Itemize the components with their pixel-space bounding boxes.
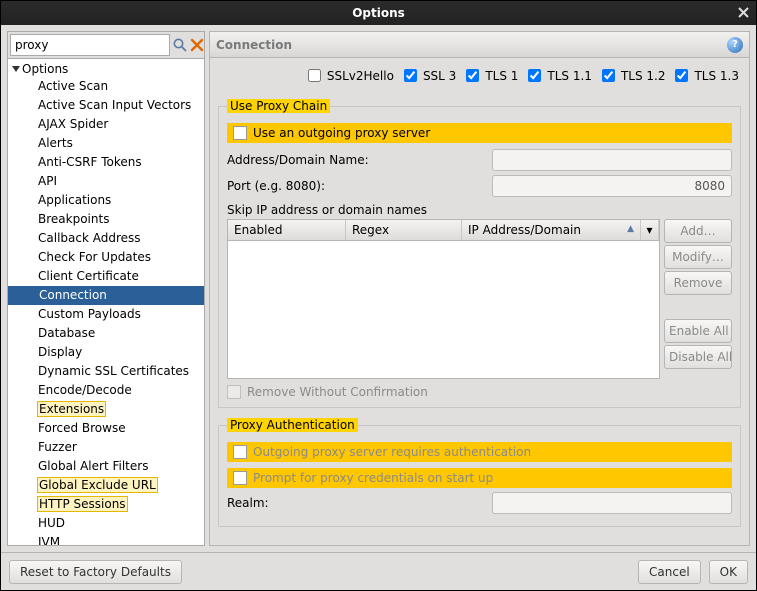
- clear-icon: [190, 38, 204, 52]
- use-outgoing-proxy-row[interactable]: Use an outgoing proxy server: [227, 123, 732, 143]
- titlebar: Options: [1, 1, 756, 25]
- enable-all-button[interactable]: Enable All: [664, 319, 732, 343]
- panel-title-bar: Connection ?: [210, 32, 749, 58]
- table-header: Enabled Regex IP Address/Domain▲ ▾: [228, 220, 659, 241]
- chevron-down-icon: [12, 66, 20, 72]
- tree-item[interactable]: Global Alert Filters: [8, 457, 204, 476]
- remove-without-confirmation-checkbox[interactable]: [227, 385, 241, 399]
- tls11-checkbox[interactable]: TLS 1.1: [524, 66, 592, 85]
- tree-item[interactable]: JVM: [8, 533, 204, 545]
- tree-item[interactable]: Connection: [8, 286, 204, 305]
- help-button[interactable]: ?: [727, 37, 743, 53]
- table-body: [228, 241, 659, 378]
- panel-body: SSLv2Hello SSL 3 TLS 1 TLS 1.1 TLS 1.2 T…: [210, 58, 749, 545]
- requires-auth-checkbox[interactable]: [233, 445, 247, 459]
- realm-input[interactable]: [492, 492, 732, 514]
- options-tree[interactable]: Options Active ScanActive Scan Input Vec…: [8, 58, 204, 545]
- titlebar-title: Options: [352, 6, 405, 20]
- close-icon: [738, 7, 749, 18]
- disable-all-button[interactable]: Disable All: [664, 345, 732, 369]
- prompt-startup-checkbox[interactable]: [233, 471, 247, 485]
- sort-asc-icon: ▲: [627, 224, 634, 234]
- table-buttons: Add… Modify… Remove Enable All Disable A…: [664, 219, 732, 379]
- add-button[interactable]: Add…: [664, 219, 732, 243]
- tree-item[interactable]: HTTP Sessions: [8, 495, 204, 514]
- tree-item[interactable]: Breakpoints: [8, 210, 204, 229]
- remove-button[interactable]: Remove: [664, 271, 732, 295]
- tree-item[interactable]: Active Scan Input Vectors: [8, 96, 204, 115]
- proxy-chain-legend: Use Proxy Chain: [227, 99, 330, 113]
- options-dialog: Options Options A: [0, 0, 757, 591]
- tree-item[interactable]: Forced Browse: [8, 419, 204, 438]
- tree-item[interactable]: Encode/Decode: [8, 381, 204, 400]
- table-config-button[interactable]: ▾: [641, 220, 659, 240]
- address-input[interactable]: [492, 149, 732, 171]
- tree-item[interactable]: AJAX Spider: [8, 115, 204, 134]
- proxy-auth-legend: Proxy Authentication: [227, 418, 358, 432]
- ok-button[interactable]: OK: [709, 560, 748, 584]
- tree-item[interactable]: Client Certificate: [8, 267, 204, 286]
- address-label: Address/Domain Name:: [227, 153, 484, 167]
- tree-item[interactable]: Active Scan: [8, 77, 204, 96]
- ssl-protocols-row: SSLv2Hello SSL 3 TLS 1 TLS 1.1 TLS 1.2 T…: [210, 58, 749, 93]
- search-row: [8, 32, 204, 58]
- tree-item[interactable]: API: [8, 172, 204, 191]
- tree-item[interactable]: Custom Payloads: [8, 305, 204, 324]
- modify-button[interactable]: Modify…: [664, 245, 732, 269]
- realm-label: Realm:: [227, 496, 484, 510]
- reset-defaults-button[interactable]: Reset to Factory Defaults: [9, 560, 182, 584]
- prompt-startup-row[interactable]: Prompt for proxy credentials on start up: [227, 468, 732, 488]
- window-close-button[interactable]: [734, 3, 752, 21]
- right-pane: Connection ? SSLv2Hello SSL 3 TLS 1 TLS …: [209, 31, 750, 546]
- tree-root-row[interactable]: Options: [8, 61, 204, 77]
- skip-table[interactable]: Enabled Regex IP Address/Domain▲ ▾: [227, 219, 660, 379]
- tree-item[interactable]: Database: [8, 324, 204, 343]
- panel-title: Connection: [216, 38, 292, 52]
- dialog-body: Options Active ScanActive Scan Input Vec…: [1, 25, 756, 552]
- tls13-checkbox[interactable]: TLS 1.3: [671, 66, 739, 85]
- tree-item[interactable]: HUD: [8, 514, 204, 533]
- tree-item[interactable]: Callback Address: [8, 229, 204, 248]
- col-regex[interactable]: Regex: [346, 220, 462, 240]
- tree-item[interactable]: Fuzzer: [8, 438, 204, 457]
- tree-item[interactable]: Global Exclude URL: [8, 476, 204, 495]
- proxy-auth-section: Proxy Authentication Outgoing proxy serv…: [218, 418, 741, 527]
- col-enabled[interactable]: Enabled: [228, 220, 346, 240]
- sslv2hello-checkbox[interactable]: SSLv2Hello: [304, 66, 394, 85]
- left-pane: Options Active ScanActive Scan Input Vec…: [7, 31, 205, 546]
- tree-item[interactable]: Alerts: [8, 134, 204, 153]
- tree-item[interactable]: Extensions: [8, 400, 204, 419]
- tls12-checkbox[interactable]: TLS 1.2: [598, 66, 666, 85]
- tree-item[interactable]: Dynamic SSL Certificates: [8, 362, 204, 381]
- tree-item[interactable]: Anti-CSRF Tokens: [8, 153, 204, 172]
- col-ip-address[interactable]: IP Address/Domain▲: [462, 220, 641, 240]
- cancel-button[interactable]: Cancel: [638, 560, 701, 584]
- search-button[interactable]: [172, 35, 188, 55]
- remove-without-confirmation-row[interactable]: Remove Without Confirmation: [227, 385, 732, 399]
- tree-item[interactable]: Display: [8, 343, 204, 362]
- use-outgoing-proxy-checkbox[interactable]: [233, 126, 247, 140]
- tls1-checkbox[interactable]: TLS 1: [462, 66, 518, 85]
- search-input[interactable]: [10, 34, 170, 56]
- tree-item[interactable]: Check For Updates: [8, 248, 204, 267]
- search-icon: [172, 37, 188, 53]
- ssl3-checkbox[interactable]: SSL 3: [400, 66, 456, 85]
- dialog-footer: Reset to Factory Defaults Cancel OK: [1, 552, 756, 590]
- tree-item[interactable]: Applications: [8, 191, 204, 210]
- port-label: Port (e.g. 8080):: [227, 179, 484, 193]
- proxy-chain-section: Use Proxy Chain Use an outgoing proxy se…: [218, 99, 741, 408]
- requires-auth-row[interactable]: Outgoing proxy server requires authentic…: [227, 442, 732, 462]
- clear-search-button[interactable]: [190, 35, 204, 55]
- skip-label: Skip IP address or domain names: [227, 203, 732, 217]
- port-input[interactable]: [492, 175, 732, 197]
- tree-root-label: Options: [22, 62, 68, 76]
